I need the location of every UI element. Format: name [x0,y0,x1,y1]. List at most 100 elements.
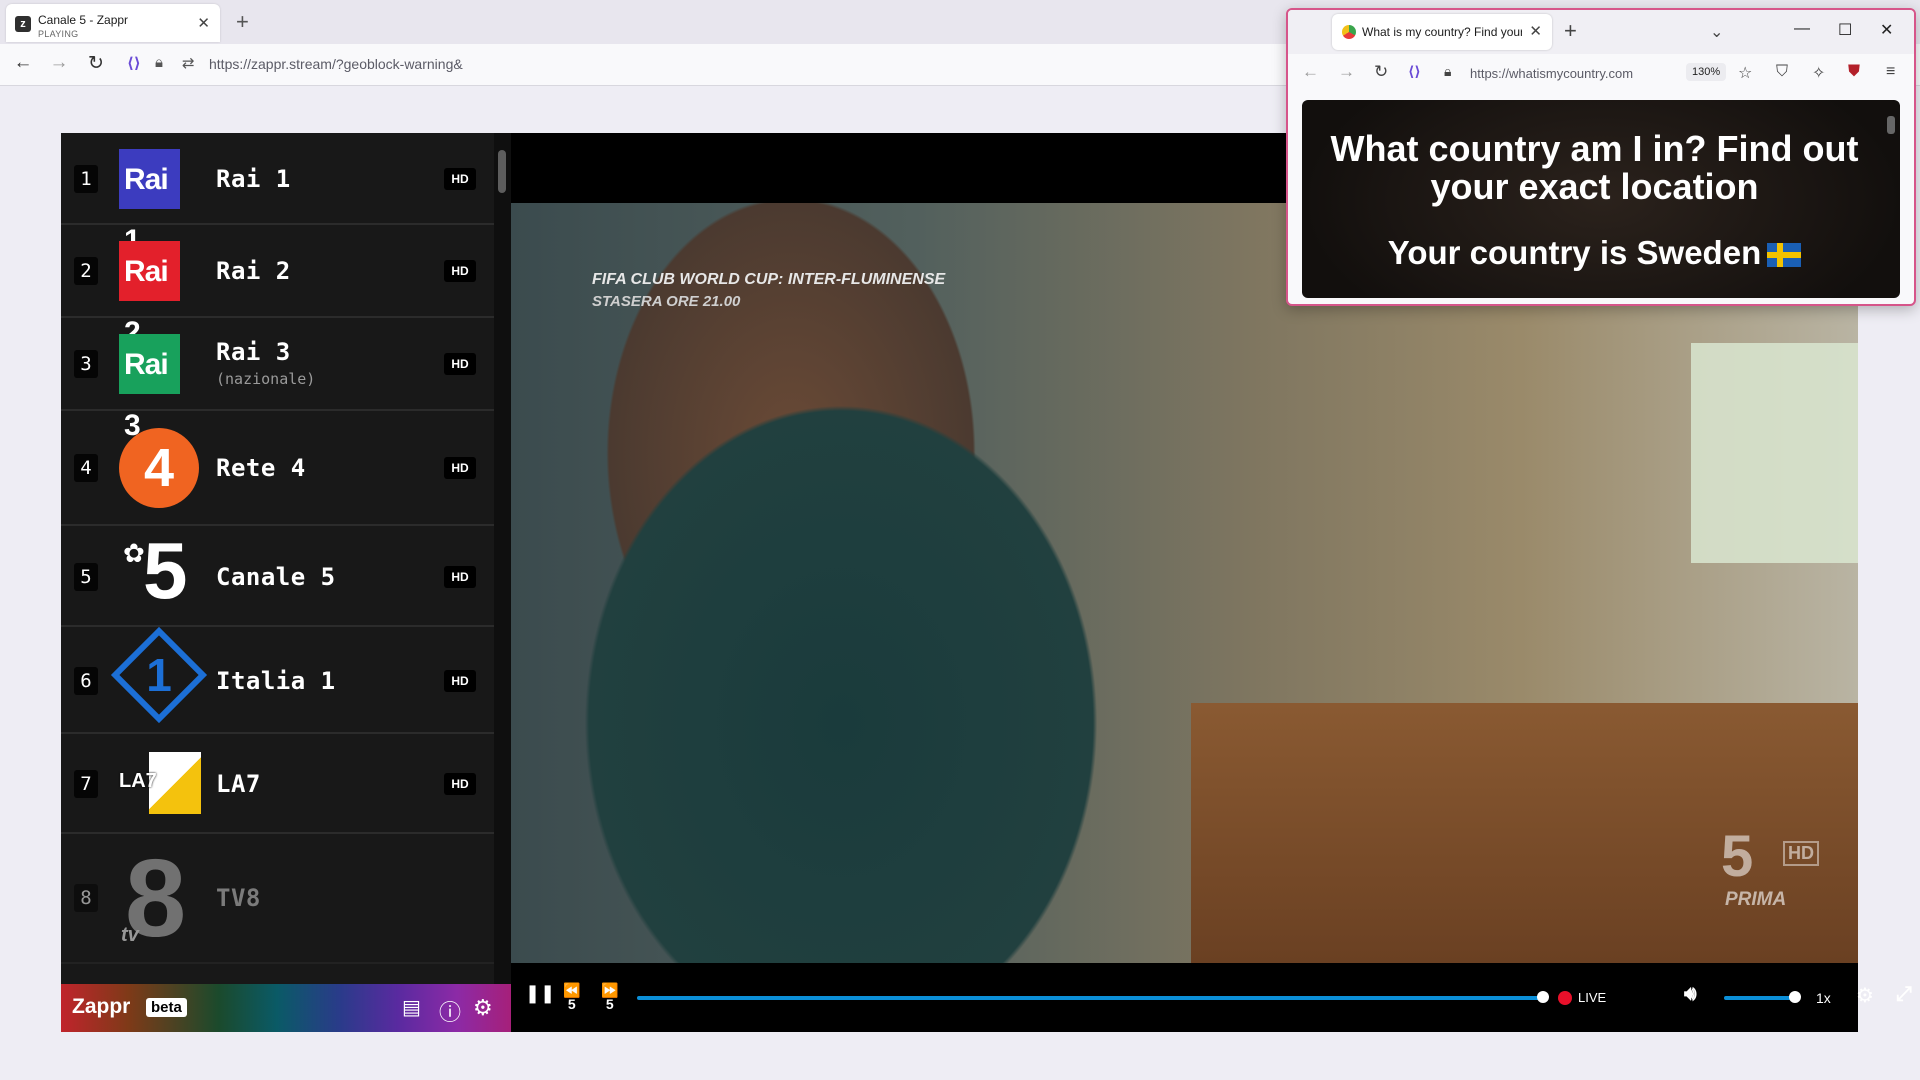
minimize-icon[interactable]: — [1794,20,1810,38]
channel-name: LA7 [216,770,261,798]
popup-tab-title: What is my country? Find your [1362,25,1522,39]
channel-item[interactable]: 6 1 Italia 1 HD [61,626,494,734]
back-icon[interactable]: ← [1302,62,1319,82]
video-frame-window [1691,343,1858,563]
channel-number: 7 [74,770,98,798]
channel-number: 4 [74,454,98,482]
beta-badge: beta [146,998,187,1017]
popup-page-content: What country am I in? Find out your exac… [1302,100,1900,298]
biscione-icon: ✿ [123,538,145,568]
forward-5-button[interactable]: ⏩ 5 [601,983,618,1011]
hd-badge: HD [444,260,476,282]
tab-title: Canale 5 - Zappr [38,13,129,27]
extension-icon[interactable]: ⟨⟩ [127,54,141,72]
lock-icon[interactable]: 🔒︎ [155,54,163,71]
channel-item[interactable]: 1 Rai 1 Rai 1 HD [61,133,494,257]
reload-icon[interactable]: ↻ [1374,62,1388,82]
popup-browser-window: What is my country? Find your ✕ + ⌄ — ☐ … [1286,8,1916,306]
player-settings-icon[interactable]: ⚙ [1856,983,1874,1008]
zappr-favicon-icon: z [15,16,31,32]
channel-number: 3 [74,350,98,378]
popup-tab-bar: What is my country? Find your ✕ + ⌄ — ☐ … [1288,10,1914,54]
channel-item[interactable]: 8 8 tv TV8 [61,834,494,964]
permissions-icon[interactable]: ⇄ [182,54,195,72]
new-tab-button[interactable]: + [1564,18,1577,44]
tab-status: PLAYING [38,29,79,39]
tab-list-chevron-icon[interactable]: ⌄ [1710,22,1723,42]
page-scrollbar[interactable] [1887,116,1895,134]
rai1-logo-icon: Rai 1 [119,149,180,257]
page-heading: What country am I in? Find out your exac… [1330,128,1859,207]
channel-name: Rai 2 [216,257,291,285]
fullscreen-icon[interactable]: ⤢ [1896,983,1912,1006]
forward-icon[interactable]: → [46,52,72,74]
hd-badge: HD [444,566,476,588]
channel-name: TV8 [216,884,261,912]
hd-badge: HD [444,670,476,692]
channel-item[interactable]: 7 LA7 LA7 HD [61,734,494,834]
video-player[interactable]: FIFA CLUB WORLD CUP: INTER-FLUMINENSE ST… [511,203,1858,963]
back-icon[interactable]: ← [10,52,36,74]
extensions-puzzle-icon[interactable]: ✧ [1812,63,1825,83]
seek-bar[interactable] [637,996,1542,1000]
zappr-brand: Zappr [72,995,131,1018]
ublock-icon[interactable]: ⛊ [1848,63,1860,81]
channel-name: Rete 4 [216,454,306,482]
zappr-bottom-bar: Zappr beta ▤ ⓘ ⚙ [61,984,511,1032]
volume-slider[interactable] [1724,996,1794,1000]
info-icon[interactable]: ⓘ [439,995,461,1027]
seek-handle[interactable] [1537,991,1549,1003]
hd-badge: HD [444,168,476,190]
channel-number: 5 [74,563,98,591]
la7-logo-icon: LA7 [119,752,203,814]
address-bar[interactable]: https://zappr.stream/?geoblock-warning& [209,56,463,72]
close-window-icon[interactable]: ✕ [1880,20,1893,40]
video-frame-floor [1191,703,1858,963]
menu-icon[interactable]: ≡ [1886,63,1895,81]
scrollbar-thumb[interactable] [498,150,506,193]
new-tab-button[interactable]: + [236,9,249,35]
channel-number: 6 [74,667,98,695]
close-tab-icon[interactable]: ✕ [197,14,210,32]
channel-name: Canale 5 [216,563,336,591]
tv-guide-icon[interactable]: ▤ [402,995,421,1020]
channel-item[interactable]: 5 ✿ 5 Canale 5 HD [61,526,494,627]
channel-name: Rai 1 [216,165,291,193]
tab-canale5[interactable]: z Canale 5 - Zappr PLAYING ✕ [6,4,220,42]
rai3-logo-icon: Rai 3 [119,334,180,442]
channel-list: 1 Rai 1 Rai 1 HD 2 Rai 2 Rai 2 HD 3 Rai … [61,133,494,984]
pause-icon[interactable]: ❚❚ [525,983,555,1004]
settings-icon[interactable]: ⚙ [473,995,493,1021]
channel-number: 1 [74,165,98,193]
reload-icon[interactable]: ↻ [83,52,109,75]
channel-number: 2 [74,257,98,285]
close-tab-icon[interactable]: ✕ [1529,22,1542,40]
player-controls: ❚❚ ⏪ 5 ⏩ 5 LIVE 🔊︎ 1x ⚙ ⤢ [511,963,1912,1032]
channel-item[interactable]: 3 Rai 3 Rai 3 (nazionale) HD [61,318,494,442]
rewind-5-button[interactable]: ⏪ 5 [563,983,580,1011]
video-promo-time: STASERA ORE 21.00 [592,293,741,310]
rai2-logo-icon: Rai 2 [119,241,180,349]
canale5-logo-icon: ✿ 5 [123,531,195,611]
live-label[interactable]: LIVE [1578,990,1606,1005]
tab-whatismycountry[interactable]: What is my country? Find your ✕ [1332,14,1552,50]
zoom-indicator[interactable]: 130% [1686,63,1727,81]
volume-handle[interactable] [1789,991,1801,1003]
shield-icon[interactable]: ⛉ [1776,63,1788,81]
forward-icon[interactable]: → [1338,62,1355,82]
channel-item[interactable]: 2 Rai 2 Rai 2 HD [61,225,494,349]
extension-icon[interactable]: ⟨⟩ [1408,63,1421,80]
popup-address-bar[interactable]: https://whatismycountry.com [1470,66,1633,81]
bookmark-star-icon[interactable]: ☆ [1738,63,1752,83]
video-promo-title: FIFA CLUB WORLD CUP: INTER-FLUMINENSE [592,271,946,288]
maximize-icon[interactable]: ☐ [1838,20,1852,40]
hd-watermark: HD [1783,841,1819,866]
hd-badge: HD [444,353,476,375]
channel-list-scrollbar[interactable] [494,133,511,984]
channel-item[interactable]: 4 4 Rete 4 HD [61,411,494,526]
lock-icon[interactable]: 🔒︎ [1444,63,1451,80]
sweden-flag-icon [1767,243,1802,268]
volume-icon[interactable]: 🔊︎ [1684,983,1697,1006]
channel-subtitle: (nazionale) [216,370,316,388]
playback-rate-button[interactable]: 1x [1816,990,1831,1006]
